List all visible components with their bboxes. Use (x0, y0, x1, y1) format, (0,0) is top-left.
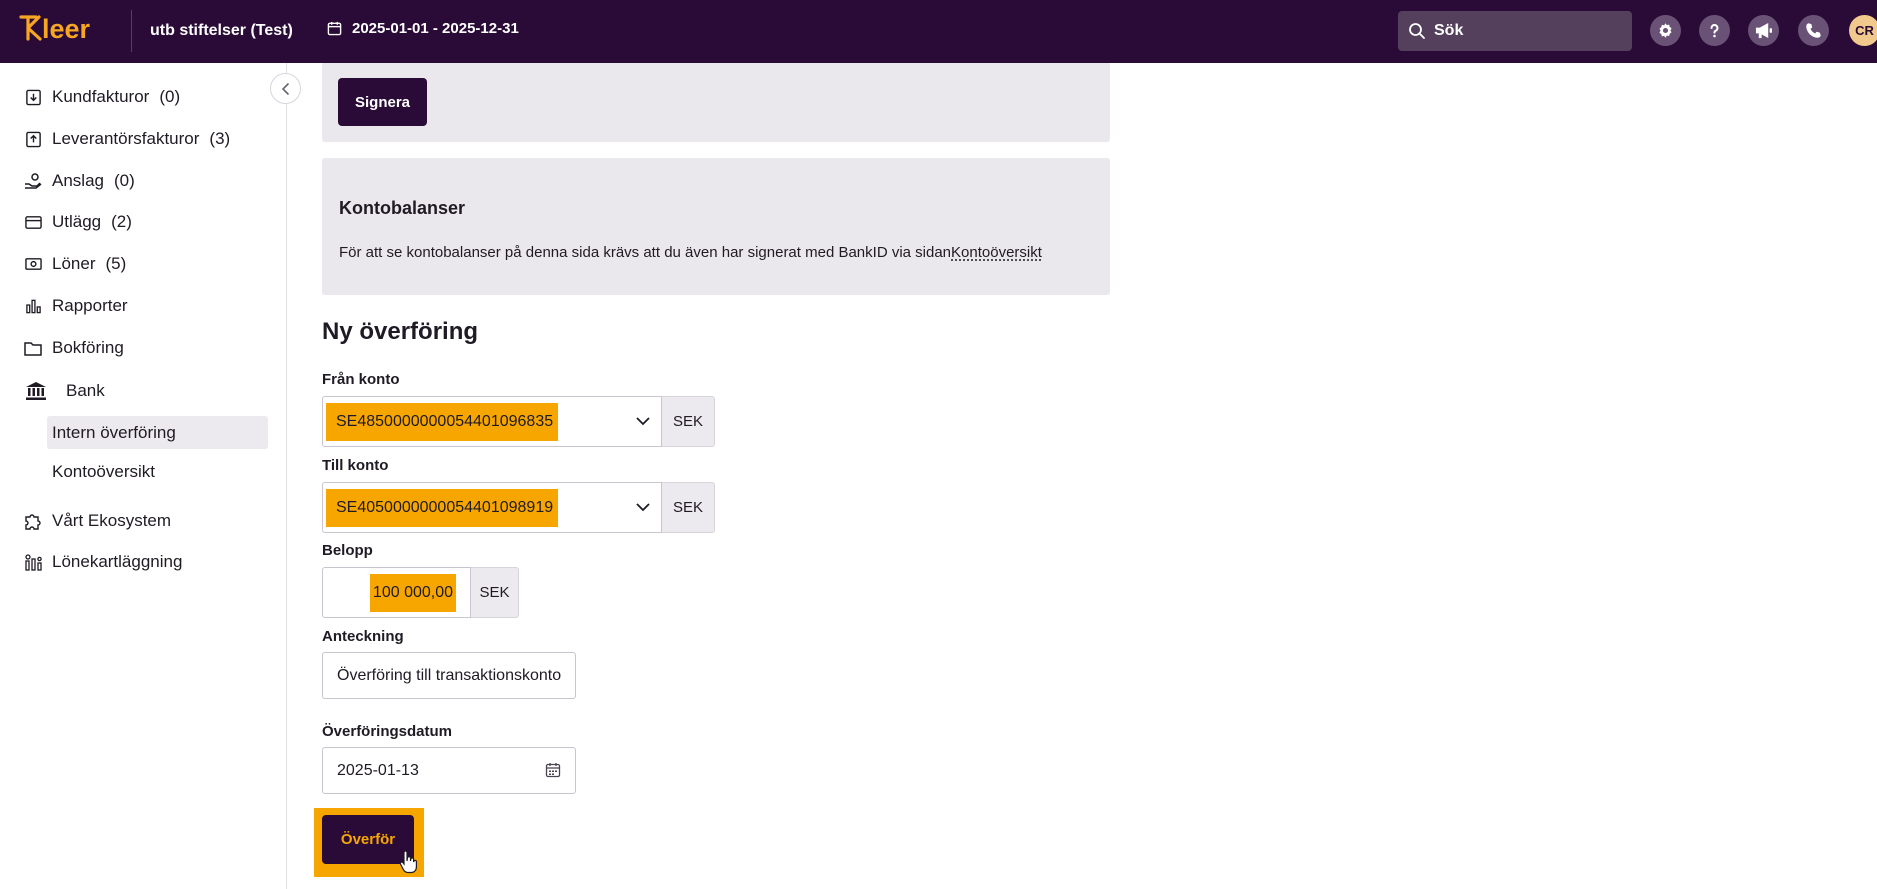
kleer-logo-mark: leer (19, 14, 91, 43)
kontooversikt-link[interactable]: Kontoöversikt (951, 244, 1042, 261)
bank-icon (24, 380, 48, 402)
sidebar-item-count: (3) (209, 129, 231, 148)
help-icon (1710, 24, 1719, 38)
contact-button[interactable] (1798, 15, 1829, 46)
from-account-value: SE4850000000054401096835 (326, 402, 558, 441)
account-balances-text: För att se kontobalanser på denna sida k… (339, 244, 1042, 261)
signing-card: Signera (322, 63, 1110, 142)
megaphone-icon (1755, 22, 1772, 39)
to-account-label: Till konto (322, 457, 389, 474)
puzzle-icon (24, 512, 42, 530)
sidebar-item-leverantorsfakturor[interactable]: Leverantörsfakturor (3) (24, 129, 230, 149)
sidebar-item-label: Löner (52, 254, 96, 273)
to-currency-addon: SEK (662, 482, 715, 533)
bar-chart-icon (24, 297, 42, 315)
sidebar-item-kundfakturor[interactable]: Kundfakturor (0) (24, 87, 180, 107)
transfer-date-value: 2025-01-13 (337, 761, 419, 779)
note-value: Överföring till transaktionskonto (337, 666, 562, 684)
to-account-select[interactable]: SE4050000000054401098919 (322, 482, 662, 533)
sidebar-item-count: (2) (111, 212, 132, 231)
cash-icon (24, 255, 42, 273)
chevron-down-icon (636, 503, 650, 512)
header-divider (131, 10, 132, 52)
calendar-icon (327, 21, 342, 36)
sidebar-subitem-label: Intern överföring (52, 422, 176, 442)
amount-value: 100 000,00 (369, 573, 456, 612)
settings-button[interactable] (1650, 15, 1681, 46)
sidebar-item-anslag[interactable]: Anslag (0) (24, 171, 135, 191)
chart-people-icon (24, 553, 42, 571)
sidebar-item-label: Rapporter (52, 296, 128, 315)
sidebar-subitem-intern-overforing[interactable]: Intern överföring (47, 416, 268, 449)
note-input[interactable]: Överföring till transaktionskonto (322, 652, 576, 699)
sidebar-item-label: Leverantörsfakturor (52, 129, 200, 148)
amount-input[interactable]: 100 000,00 (322, 567, 471, 618)
grant-hand-icon (24, 172, 42, 190)
announcements-button[interactable] (1748, 15, 1779, 46)
transfer-date-label: Överföringsdatum (322, 723, 453, 740)
from-currency-addon: SEK (662, 396, 715, 447)
transfer-date-input[interactable]: 2025-01-13 (322, 747, 576, 794)
account-balances-title: Kontobalanser (339, 198, 466, 218)
organization-name[interactable]: utb stiftelser (Test) (150, 22, 293, 40)
collapse-sidebar-button[interactable] (270, 73, 301, 104)
sidebar-item-count: (0) (159, 87, 181, 106)
sidebar-item-label: Vårt Ekosystem (52, 511, 172, 530)
search-input[interactable] (1434, 22, 1614, 40)
invoice-in-icon (24, 88, 42, 106)
search-box[interactable] (1398, 11, 1632, 51)
amount-label: Belopp (322, 542, 373, 559)
sidebar-item-rapporter[interactable]: Rapporter (24, 296, 128, 316)
sidebar-item-label: Bokföring (52, 338, 124, 357)
chevron-left-icon (281, 82, 289, 95)
sidebar-item-label: Kundfakturor (52, 87, 150, 106)
invoice-out-icon (24, 130, 42, 148)
sidebar-item-label: Lönekartläggning (52, 552, 183, 571)
sidebar-item-bokforing[interactable]: Bokföring (24, 338, 124, 358)
to-account-value: SE4050000000054401098919 (326, 488, 558, 527)
help-button[interactable] (1699, 15, 1730, 46)
phone-icon (1806, 23, 1821, 38)
sign-button[interactable]: Signera (338, 78, 427, 126)
search-icon (1409, 23, 1425, 39)
chevron-down-icon (636, 417, 650, 426)
kleer-logo[interactable]: leer (18, 13, 113, 43)
fiscal-period-text: 2025-01-01 - 2025-12-31 (352, 20, 519, 37)
account-balances-message: För att se kontobalanser på denna sida k… (339, 244, 952, 261)
sidebar-item-utlagg[interactable]: Utlägg (2) (24, 212, 132, 232)
card-icon (24, 213, 42, 231)
sidebar-item-count: (5) (105, 254, 127, 273)
sidebar-subitem-kontooversikt[interactable]: Kontoöversikt (47, 455, 268, 488)
sidebar-item-vart-ekosystem[interactable]: Vårt Ekosystem (24, 511, 171, 531)
folder-icon (24, 339, 42, 357)
sidebar-subitem-label: Kontoöversikt (52, 461, 155, 481)
amount-currency-addon: SEK (471, 567, 519, 618)
svg-text:leer: leer (42, 14, 91, 43)
note-label: Anteckning (322, 628, 404, 645)
sidebar-item-lonekartlaggning[interactable]: Lönekartläggning (24, 552, 182, 572)
sidebar-item-label: Utlägg (52, 212, 102, 231)
account-balances-card: Kontobalanser För att se kontobalanser p… (322, 158, 1110, 295)
sidebar-item-loner[interactable]: Löner (5) (24, 254, 126, 274)
from-account-select[interactable]: SE4850000000054401096835 (322, 396, 662, 447)
sidebar-item-bank[interactable]: Bank (24, 380, 105, 402)
from-account-label: Från konto (322, 371, 400, 388)
new-transfer-title: Ny överföring (322, 318, 479, 345)
sidebar-item-label: Bank (66, 381, 105, 400)
calendar-icon[interactable] (545, 762, 561, 778)
top-bar: leer utb stiftelser (Test) 2025-01-01 - … (0, 0, 1877, 63)
user-avatar[interactable]: CR (1849, 15, 1877, 46)
gear-icon (1659, 23, 1672, 38)
hand-cursor-icon (399, 850, 417, 874)
sidebar-item-label: Anslag (52, 171, 104, 190)
sidebar-item-count: (0) (113, 171, 135, 190)
fiscal-period[interactable]: 2025-01-01 - 2025-12-31 (327, 20, 519, 37)
